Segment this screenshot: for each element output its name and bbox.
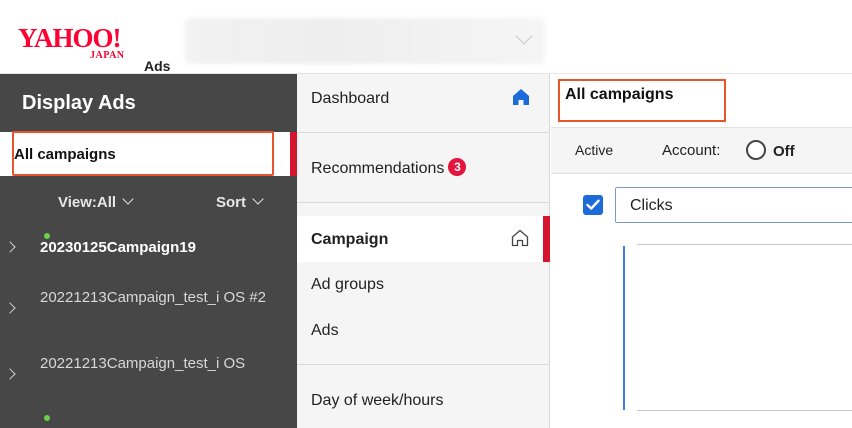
recommendations-count-badge: 3 [448,158,467,176]
chevron-down-icon [252,193,264,205]
campaign-sidebar: Display Ads All campaigns View:All Sort … [0,74,297,428]
sort-label: Sort [216,194,246,211]
sidebar-title: Display Ads [22,92,136,114]
nav-divider [297,132,550,133]
page-title: All campaigns [565,86,674,103]
metric-checkbox[interactable] [583,195,603,215]
active-label: Active [575,142,614,158]
home-filled-icon [513,89,529,105]
nav-divider [297,202,550,203]
home-outline-icon [511,229,529,247]
app-root: YAHOO! JAPAN Ads Display Ads All campaig… [0,0,852,428]
sort-dropdown[interactable]: Sort [216,193,264,211]
active-status-dot [44,415,50,421]
campaign-list-item[interactable]: 20221213Campaign_test_i OS [0,352,297,396]
logo-wordmark: YAHOO! [18,23,122,53]
section-nav: Dashboard Recommendations 3 Campaign Ad g… [297,74,550,428]
nav-recommendations[interactable]: Recommendations 3 [311,158,467,178]
view-filter-label: View:All [58,194,117,211]
chevron-right-icon[interactable] [4,368,16,380]
nav-ads[interactable]: Ads [311,322,339,340]
nav-ad-groups[interactable]: Ad groups [311,276,384,294]
campaign-name: 20221213Campaign_test_i OS #2 [40,289,266,306]
campaign-list-item[interactable]: 20221213Campaign_test_i OS #2 [0,286,297,330]
nav-campaign[interactable]: Campaign [311,231,388,249]
account-label: Account: [662,142,721,159]
logo-ads-text: Ads [144,58,171,74]
nav-divider [297,364,550,365]
campaign-list-item[interactable]: 20230125Campaign19 [0,232,297,262]
nav-dashboard[interactable]: Dashboard [311,90,389,108]
metric-select-value: Clicks [630,197,673,214]
recommendations-label: Recommendations [311,160,445,177]
yahoo-ads-logo[interactable]: YAHOO! JAPAN Ads [18,22,170,74]
logo-japan-text: JAPAN [90,50,125,61]
account-off-radio[interactable] [746,140,766,160]
main-panel: All campaigns Active Account: Off Clicks [551,74,852,428]
campaign-name: 20221213Campaign_test_i OS [40,355,246,372]
nav-day-of-week[interactable]: Day of week/hours [311,392,444,410]
metric-select[interactable]: Clicks [615,187,852,223]
selected-marker [290,132,297,176]
top-header: YAHOO! JAPAN Ads [0,0,852,74]
chevron-right-icon[interactable] [4,302,16,314]
highlight-box [12,131,274,176]
selected-marker [543,216,550,262]
view-filter-dropdown[interactable]: View:All [58,193,134,211]
chevron-down-icon [122,193,134,205]
chart-gridline [637,410,852,411]
chart-gridline [637,244,852,245]
off-label: Off [773,143,795,160]
chevron-right-icon[interactable] [4,241,16,253]
campaign-name: 20230125Campaign19 [40,239,196,256]
account-selector[interactable] [185,18,545,64]
checkmark-icon [586,199,600,210]
chart-axis [623,246,625,410]
